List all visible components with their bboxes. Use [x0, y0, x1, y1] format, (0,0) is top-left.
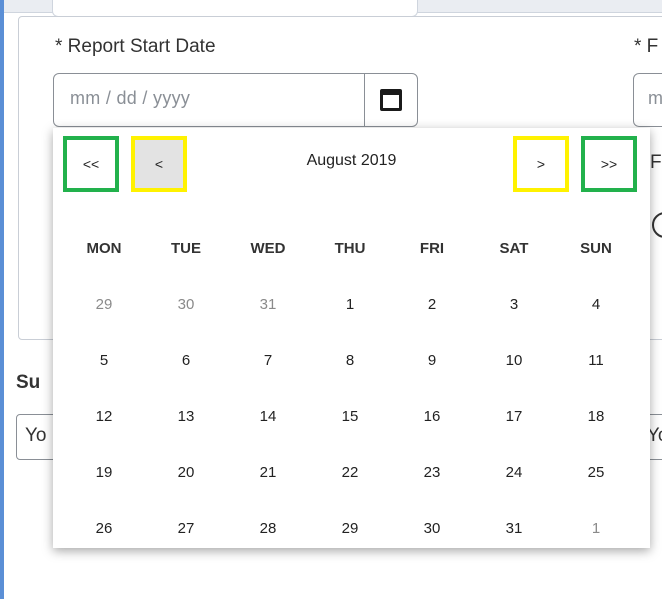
weekday-wed: WED — [250, 239, 286, 257]
calendar-day[interactable]: 19 — [63, 464, 145, 481]
calendar-day-outside-month[interactable]: 31 — [227, 296, 309, 313]
calendar-day[interactable]: 7 — [227, 352, 309, 369]
calendar-day[interactable]: 13 — [145, 408, 227, 425]
end-date-label: * F — [634, 36, 659, 57]
start-date-placeholder: mm / dd / yyyy — [70, 88, 191, 108]
open-calendar-button[interactable] — [364, 74, 417, 126]
next-month-button[interactable]: > — [513, 136, 569, 192]
calendar-day[interactable]: 12 — [63, 408, 145, 425]
calendar-day[interactable]: 17 — [473, 408, 555, 425]
calendar-day-outside-month[interactable]: 1 — [555, 520, 637, 537]
calendar-day[interactable]: 14 — [227, 408, 309, 425]
calendar-day[interactable]: 6 — [145, 352, 227, 369]
calendar-week-row: 26 27 28 29 30 31 1 — [63, 500, 637, 556]
weekday-sun: SUN — [580, 239, 612, 257]
weekday-sat: SAT — [499, 239, 529, 257]
calendar-day[interactable]: 8 — [309, 352, 391, 369]
next-year-button[interactable]: >> — [581, 136, 637, 192]
start-date-label: * Report Start Date — [55, 36, 216, 57]
calendar-day-outside-month[interactable]: 30 — [145, 296, 227, 313]
previous-field-edge — [52, 0, 418, 17]
calendar-day[interactable]: 30 — [391, 520, 473, 537]
calendar-day[interactable]: 24 — [473, 464, 555, 481]
weekday-tue: TUE — [171, 239, 201, 257]
calendar-week-row: 5 6 7 8 9 10 11 — [63, 332, 637, 388]
calendar-day[interactable]: 21 — [227, 464, 309, 481]
calendar-grid: MON TUE WED THU FRI SAT SUN 29 30 31 1 2 3 4 5 6 7 8 9 10 1… — [63, 230, 637, 556]
panel-left-border — [0, 0, 4, 599]
calendar-day[interactable]: 23 — [391, 464, 473, 481]
calendar-day[interactable]: 16 — [391, 408, 473, 425]
calendar-day[interactable]: 4 — [555, 296, 637, 313]
calendar-week-row: 12 13 14 15 16 17 18 — [63, 388, 637, 444]
calendar-day[interactable]: 26 — [63, 520, 145, 537]
weekday-fri: FRI — [419, 239, 445, 257]
calendar-week-row: 29 30 31 1 2 3 4 — [63, 276, 637, 332]
calendar-day[interactable]: 25 — [555, 464, 637, 481]
calendar-day[interactable]: 27 — [145, 520, 227, 537]
calendar-day[interactable]: 2 — [391, 296, 473, 313]
calendar-day[interactable]: 20 — [145, 464, 227, 481]
calendar-day[interactable]: 11 — [555, 352, 637, 369]
date-picker-popup: << < August 2019 > >> MON TUE WED THU FRI SAT… — [53, 128, 650, 548]
weekday-header: MON TUE WED THU FRI SAT SUN — [63, 230, 637, 266]
calendar-day[interactable]: 15 — [309, 408, 391, 425]
calendar-day[interactable]: 18 — [555, 408, 637, 425]
calendar-day[interactable]: 28 — [227, 520, 309, 537]
end-date-placeholder: m — [648, 88, 662, 108]
weekday-mon: MON — [86, 239, 122, 257]
calendar-day[interactable]: 31 — [473, 520, 555, 537]
calendar-day-outside-month[interactable]: 29 — [63, 296, 145, 313]
section-heading: Su — [16, 372, 41, 393]
calendar-day[interactable]: 3 — [473, 296, 555, 313]
left-select-value: Yo — [25, 425, 47, 446]
calendar-week-row: 19 20 21 22 23 24 25 — [63, 444, 637, 500]
start-date-input[interactable]: mm / dd / yyyy — [53, 73, 418, 127]
calendar-day[interactable]: 1 — [309, 296, 391, 313]
calendar-day[interactable]: 10 — [473, 352, 555, 369]
calendar-day[interactable]: 5 — [63, 352, 145, 369]
right-field-label: F — [650, 152, 662, 173]
weekday-thu: THU — [334, 239, 366, 257]
calendar-icon — [380, 89, 402, 111]
calendar-day[interactable]: 29 — [309, 520, 391, 537]
calendar-day[interactable]: 9 — [391, 352, 473, 369]
calendar-day[interactable]: 22 — [309, 464, 391, 481]
report-form-page: * Report Start Date * F mm / dd / yyyy m… — [0, 0, 662, 599]
end-date-input[interactable]: m — [633, 73, 662, 127]
